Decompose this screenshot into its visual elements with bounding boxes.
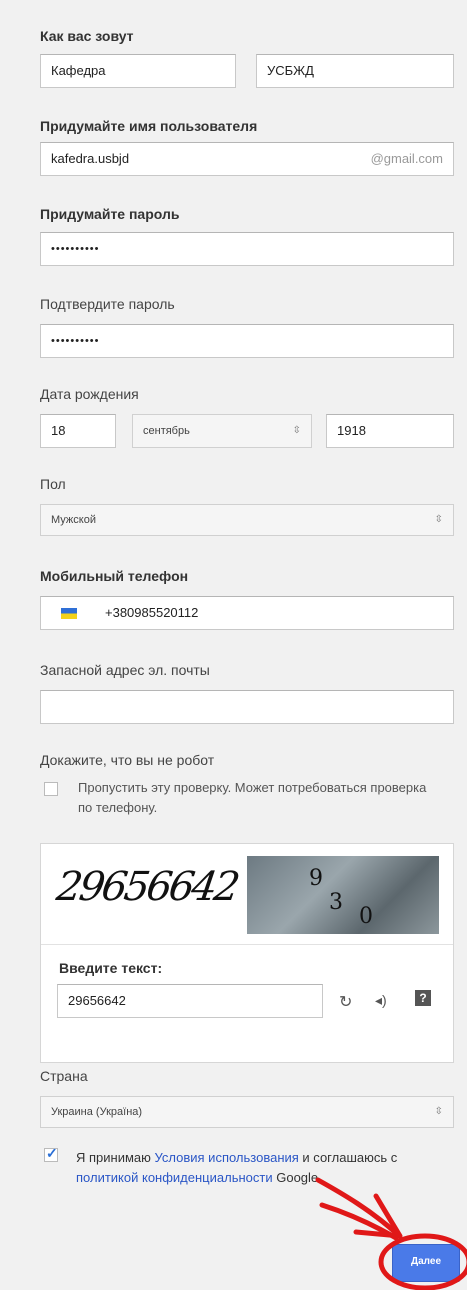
captcha-enter-label: Введите текст: [59,960,163,976]
birth-year-input[interactable]: 1918 [326,414,454,448]
skip-check-checkbox[interactable] [44,782,58,796]
birth-month-select[interactable]: сентябрь ⇳ [132,414,312,448]
captcha-divider [41,944,453,945]
phone-value: +380985520112 [105,605,199,620]
username-input[interactable]: kafedra.usbjd @gmail.com [40,142,454,176]
ukraine-flag-icon[interactable] [61,608,77,619]
country-select[interactable]: Украина (Україна) ⇳ [40,1096,454,1128]
first-name-input[interactable]: Кафедра [40,54,236,88]
photo-digit: 9 [309,866,323,891]
gmail-suffix: @gmail.com [370,151,443,166]
photo-digit: 3 [329,890,343,915]
gender-value: Мужской [51,514,96,526]
audio-icon[interactable]: ◂) [375,992,387,1009]
skip-check-text: Пропустить эту проверку. Может потребова… [78,780,427,815]
country-label: Страна [40,1068,88,1084]
next-button[interactable]: Далее [392,1244,460,1282]
confirm-password-label: Подтвердите пароль [40,296,175,312]
select-arrows-icon: ⇳ [292,425,301,436]
backup-email-label: Запасной адрес эл. почты [40,662,210,678]
captcha-image-text: 29656642 [53,864,240,910]
phone-label: Мобильный телефон [40,568,189,584]
birth-day-input[interactable]: 18 [40,414,116,448]
terms-suffix: Google. [272,1170,322,1185]
password-label: Придумайте пароль [40,206,180,222]
terms-checkbox[interactable] [44,1145,58,1162]
help-icon[interactable]: ? [415,990,431,1006]
robot-check-label: Докажите, что вы не робот [40,752,215,768]
birthdate-label: Дата рождения [40,386,139,402]
select-arrows-icon: ⇳ [434,1106,443,1117]
terms-text: Я принимаю Условия использования и согла… [76,1148,436,1188]
last-name-input[interactable]: УСБЖД [256,54,454,88]
birth-month-value: сентябрь [143,425,190,437]
privacy-policy-link[interactable]: политикой конфиденциальности [76,1170,273,1185]
name-label: Как вас зовут [40,28,134,44]
refresh-icon[interactable]: ↻ [339,992,352,1012]
terms-prefix: Я принимаю [76,1150,155,1165]
phone-input[interactable]: +380985520112 [40,596,454,630]
select-arrows-icon: ⇳ [434,514,443,525]
captcha-box: 29656642 9 3 0 Введите текст: 29656642 ↻… [40,843,454,1063]
captcha-photo: 9 3 0 [247,856,439,934]
backup-email-input[interactable] [40,690,454,724]
username-value: kafedra.usbjd [51,151,130,166]
password-input[interactable]: •••••••••• [40,232,454,266]
confirm-password-input[interactable]: •••••••••• [40,324,454,358]
captcha-input[interactable]: 29656642 [57,984,323,1018]
terms-middle: и соглашаюсь с [298,1150,398,1165]
gender-select[interactable]: Мужской ⇳ [40,504,454,536]
gender-label: Пол [40,476,66,492]
photo-digit: 0 [359,904,373,929]
terms-of-service-link[interactable]: Условия использования [155,1150,299,1165]
country-value: Украина (Україна) [51,1106,143,1118]
username-label: Придумайте имя пользователя [40,118,258,134]
